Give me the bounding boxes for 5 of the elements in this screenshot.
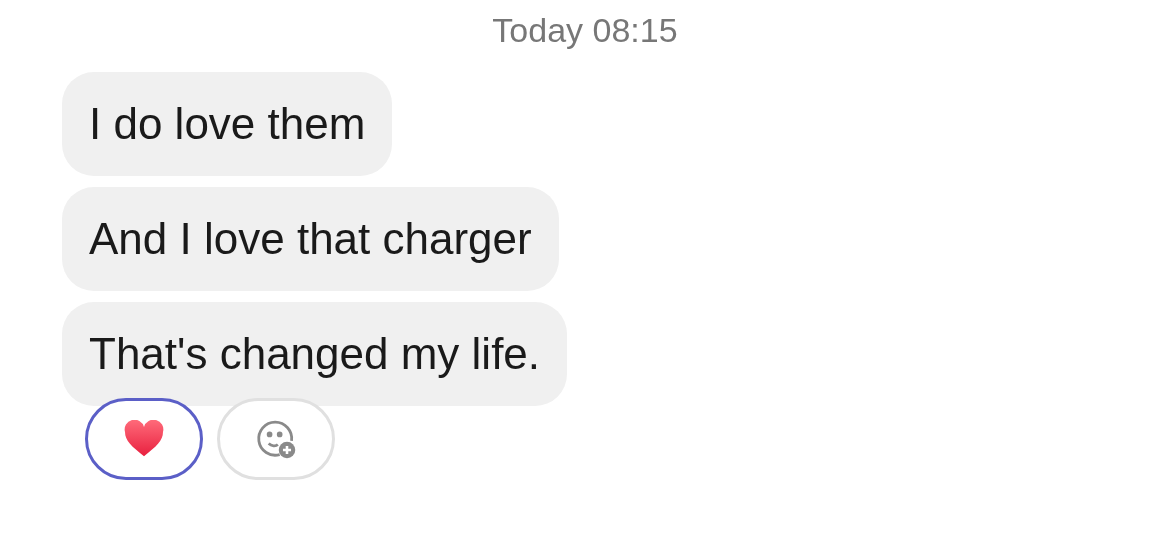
message-bubble: And I love that charger: [62, 187, 559, 291]
timestamp: Today 08:15: [492, 10, 678, 50]
message-bubble: I do love them: [62, 72, 393, 176]
message-bubble: That's changed my life.: [62, 302, 568, 406]
heart-icon: [123, 420, 165, 458]
